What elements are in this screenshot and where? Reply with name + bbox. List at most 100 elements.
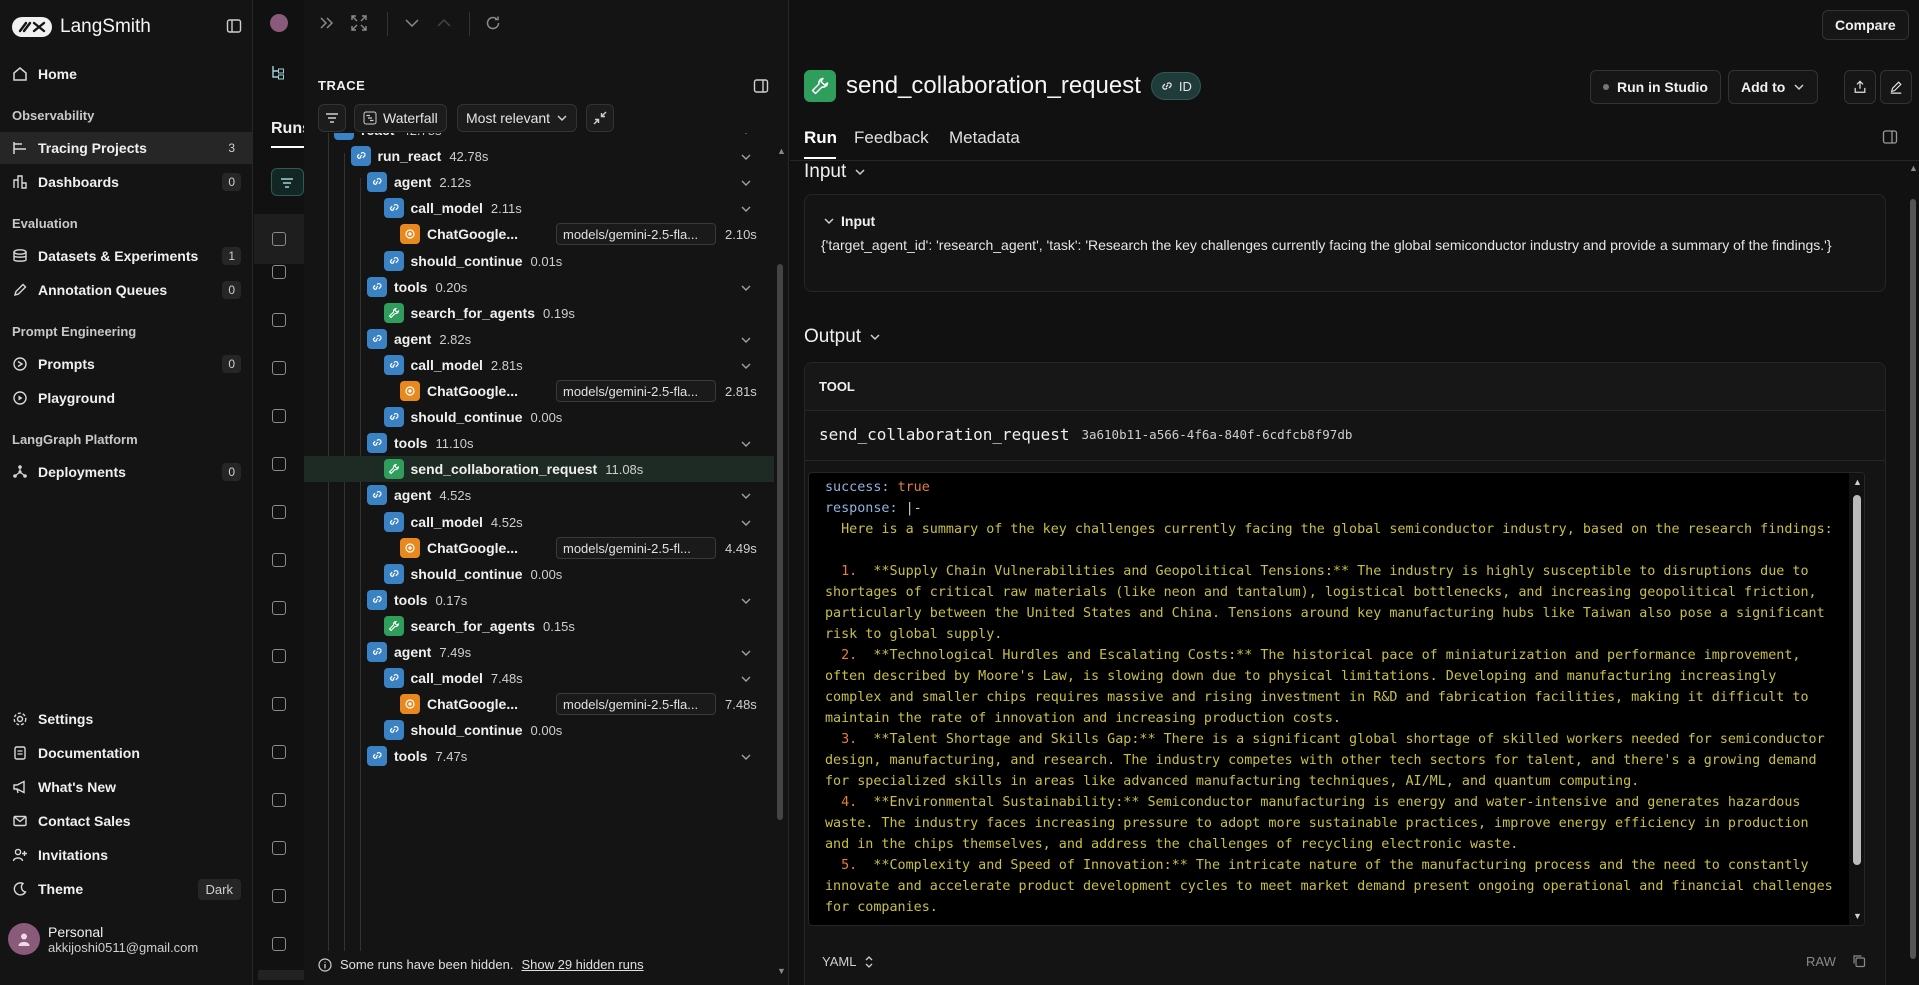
row-checkbox[interactable] <box>272 361 286 375</box>
nav-tracing-projects[interactable]: Tracing Projects 3 <box>0 132 253 164</box>
collapse-sidebar-icon[interactable] <box>226 18 242 34</box>
previous-run-icon[interactable] <box>435 14 453 32</box>
chevron-down-icon[interactable] <box>740 595 752 607</box>
row-checkbox[interactable] <box>272 409 286 423</box>
trace-row[interactable]: agent 4.52s <box>304 482 774 508</box>
trace-row[interactable]: ChatGoogle... models/gemini-2.5-fl... 4.49… <box>304 535 774 561</box>
trace-row[interactable]: agent 2.12s <box>304 169 774 195</box>
trace-row[interactable]: run_react 42.78s <box>304 143 774 169</box>
waterfall-button[interactable]: Waterfall <box>354 104 447 132</box>
trace-row[interactable]: tools 0.17s <box>304 587 774 613</box>
chevron-down-icon[interactable] <box>740 133 752 137</box>
yaml-output[interactable]: success: true response: |- Here is a sum… <box>808 472 1865 926</box>
trace-row[interactable]: call_model 4.52s <box>304 509 774 535</box>
row-checkbox[interactable] <box>272 793 286 807</box>
filter-button[interactable] <box>271 168 304 196</box>
code-scrollbar[interactable]: ▲ ▼ <box>1849 473 1864 925</box>
chevron-down-icon[interactable] <box>740 360 752 372</box>
edit-button[interactable] <box>1880 70 1912 104</box>
show-hidden-runs-link[interactable]: Show 29 hidden runs <box>521 957 643 972</box>
nav-home[interactable]: Home <box>0 58 253 90</box>
vertical-scrollbar[interactable]: ▲ ▼ <box>774 146 786 976</box>
chevron-down-icon[interactable] <box>740 438 752 450</box>
row-checkbox[interactable] <box>272 841 286 855</box>
trace-row[interactable]: ChatGoogle... models/gemini-2.5-fla... 2.1… <box>304 221 774 247</box>
output-section-toggle[interactable]: Output <box>804 326 881 348</box>
row-checkbox[interactable] <box>272 457 286 471</box>
raw-toggle[interactable]: RAW <box>1806 954 1836 969</box>
chevron-down-icon[interactable] <box>740 177 752 189</box>
trace-row[interactable]: agent 7.49s <box>304 639 774 665</box>
row-checkbox[interactable] <box>272 745 286 759</box>
fullscreen-icon[interactable] <box>350 14 368 32</box>
select-all-checkbox[interactable] <box>272 232 286 246</box>
compare-button[interactable]: Compare <box>1822 10 1909 40</box>
trace-row[interactable]: agent 2.82s <box>304 326 774 352</box>
trace-row[interactable]: should_continue 0.00s <box>304 717 774 743</box>
theme-toggle[interactable]: Dark <box>197 878 241 900</box>
add-to-button[interactable]: Add to <box>1728 70 1819 104</box>
trace-row[interactable]: tools 11.10s <box>304 430 774 456</box>
share-button[interactable] <box>1844 70 1876 104</box>
trace-row[interactable]: should_continue 0.00s <box>304 561 774 587</box>
nav-playground[interactable]: Playground <box>0 382 253 414</box>
trace-row[interactable]: tools 7.47s <box>304 743 774 769</box>
nav-settings[interactable]: Settings <box>0 703 253 735</box>
chevron-down-icon[interactable] <box>740 490 752 502</box>
trace-row[interactable]: call_model 2.11s <box>304 195 774 221</box>
filter-button[interactable] <box>318 104 346 132</box>
nav-documentation[interactable]: Documentation <box>0 737 253 769</box>
row-checkbox[interactable] <box>272 313 286 327</box>
copy-icon[interactable] <box>1852 954 1866 968</box>
trace-row[interactable]: ChatGoogle... models/gemini-2.5-fla... 7.4… <box>304 691 774 717</box>
row-checkbox[interactable] <box>272 649 286 663</box>
refresh-icon[interactable] <box>484 14 502 32</box>
trace-row[interactable]: send_collaboration_request 11.08s <box>304 456 774 483</box>
chevron-down-icon[interactable] <box>740 334 752 346</box>
nav-theme[interactable]: Theme Dark <box>0 873 253 905</box>
expand-panel-icon[interactable] <box>318 14 336 32</box>
row-checkbox[interactable] <box>272 601 286 615</box>
row-checkbox[interactable] <box>272 697 286 711</box>
nav-invitations[interactable]: Invitations <box>0 839 253 871</box>
trace-row[interactable]: search_for_agents 0.15s <box>304 613 774 639</box>
nav-annotation-queues[interactable]: Annotation Queues 0 <box>0 274 253 306</box>
chevron-down-icon[interactable] <box>740 203 752 215</box>
trace-row[interactable]: call_model 7.48s <box>304 665 774 691</box>
next-run-icon[interactable] <box>403 14 421 32</box>
tab-feedback[interactable]: Feedback <box>854 128 929 148</box>
horizontal-scrollbar[interactable] <box>258 970 304 980</box>
chevron-down-icon[interactable] <box>740 517 752 529</box>
row-checkbox[interactable] <box>272 553 286 567</box>
chevron-down-icon[interactable] <box>740 282 752 294</box>
nav-datasets[interactable]: Datasets & Experiments 1 <box>0 240 253 272</box>
input-section-toggle[interactable]: Input <box>804 161 866 183</box>
chevron-down-icon[interactable] <box>740 151 752 163</box>
row-checkbox[interactable] <box>272 505 286 519</box>
chevron-down-icon[interactable] <box>740 751 752 763</box>
chevron-down-icon[interactable] <box>740 673 752 685</box>
trace-row[interactable]: react 42.78s <box>304 133 774 143</box>
trace-row[interactable]: tools 0.20s <box>304 274 774 300</box>
tab-run[interactable]: Run <box>804 128 837 148</box>
tree-view-icon[interactable] <box>270 64 286 80</box>
toggle-sidebar-icon[interactable] <box>1882 129 1898 145</box>
row-checkbox[interactable] <box>272 937 286 951</box>
detail-scrollbar[interactable]: ▲ <box>1907 163 1919 985</box>
trace-row[interactable]: call_model 2.81s <box>304 352 774 378</box>
copy-id-button[interactable]: ID <box>1150 72 1201 100</box>
trace-row[interactable]: search_for_agents 0.19s <box>304 300 774 326</box>
sort-select[interactable]: Most relevant <box>457 104 578 132</box>
chevron-down-icon[interactable] <box>740 647 752 659</box>
run-in-studio-button[interactable]: Run in Studio <box>1590 70 1721 104</box>
trace-row[interactable]: should_continue 0.00s <box>304 404 774 430</box>
trace-row[interactable]: should_continue 0.01s <box>304 248 774 274</box>
row-checkbox[interactable] <box>272 889 286 903</box>
collapse-all-button[interactable] <box>586 104 614 132</box>
user-profile[interactable]: Personal akkijoshi0511@gmail.com <box>8 923 198 955</box>
nav-contact-sales[interactable]: Contact Sales <box>0 805 253 837</box>
tab-metadata[interactable]: Metadata <box>949 128 1020 148</box>
app-logo[interactable]: LangSmith <box>12 14 151 40</box>
nav-dashboards[interactable]: Dashboards 0 <box>0 166 253 198</box>
nav-prompts[interactable]: Prompts 0 <box>0 348 253 380</box>
